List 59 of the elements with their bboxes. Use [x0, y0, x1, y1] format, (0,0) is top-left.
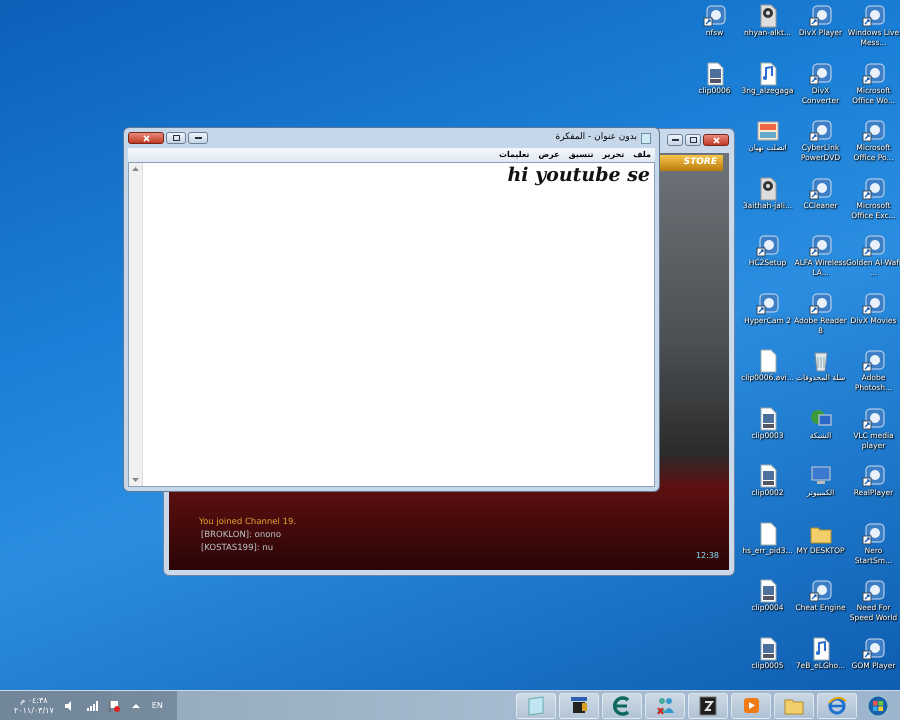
- shortcut-icon[interactable]: [808, 62, 832, 86]
- menu-item[interactable]: تحرير: [602, 150, 624, 160]
- shortcut-icon[interactable]: [702, 4, 726, 28]
- shortcut-icon[interactable]: [808, 292, 832, 316]
- store-label: STORE: [658, 155, 723, 170]
- browser-icon: [826, 694, 848, 716]
- scroll-up-icon[interactable]: [132, 167, 139, 171]
- chat-message: [BROKLON]: onono: [200, 530, 282, 541]
- shortcut-icon[interactable]: [862, 4, 886, 28]
- shortcut-icon[interactable]: [862, 234, 886, 258]
- minimize-button[interactable]: [667, 134, 683, 146]
- shortcut-icon[interactable]: [862, 522, 886, 546]
- signal-icon[interactable]: [86, 700, 98, 712]
- close-button[interactable]: [128, 132, 164, 144]
- scroll-down-icon[interactable]: [132, 478, 139, 482]
- menu-item[interactable]: تنسيق: [568, 150, 594, 160]
- flag-icon[interactable]: [108, 700, 120, 712]
- maximize-icon: [172, 135, 180, 141]
- clock-date[interactable]: ٢٠١١/٠٣/١٧: [14, 706, 54, 716]
- shortcut-icon[interactable]: [862, 349, 886, 373]
- shortcut-icon[interactable]: [808, 579, 832, 603]
- shortcut-icon[interactable]: [862, 119, 886, 143]
- shortcut-icon[interactable]: [862, 406, 886, 430]
- close-icon: [712, 136, 720, 144]
- menu-item[interactable]: تعليمات: [498, 150, 530, 160]
- language-indicator[interactable]: EN: [152, 700, 163, 712]
- shortcut-icon[interactable]: [862, 176, 886, 200]
- shortcut-icon[interactable]: [862, 636, 886, 660]
- shortcut-icon[interactable]: [808, 176, 832, 200]
- notepad-icon: [641, 132, 651, 144]
- image-file-icon[interactable]: [756, 119, 780, 143]
- game-clock: 12:38: [696, 550, 719, 562]
- start-orb-icon: [867, 694, 889, 716]
- minimize-icon: [672, 138, 678, 142]
- shortcut-icon[interactable]: [862, 292, 886, 316]
- minimize-icon: [194, 136, 202, 140]
- maximize-button[interactable]: [166, 132, 186, 144]
- shortcut-icon[interactable]: [808, 4, 832, 28]
- window-title: بدون عنوان - المفكرة: [555, 131, 637, 144]
- shortcut-icon[interactable]: [862, 62, 886, 86]
- taskbar-button[interactable]: [688, 692, 728, 718]
- shortcut-icon[interactable]: [756, 234, 780, 258]
- shortcut-icon[interactable]: [808, 119, 832, 143]
- game-icon: [697, 694, 719, 716]
- menu-item[interactable]: عرض: [538, 150, 560, 160]
- close-icon: [142, 134, 150, 142]
- clock-time[interactable]: ٠٤:٣٨ م: [20, 696, 48, 706]
- chat-message: You joined Channel 19.: [199, 517, 296, 528]
- shortcut-icon[interactable]: [756, 292, 780, 316]
- shortcut-icon[interactable]: [862, 464, 886, 488]
- maximize-button[interactable]: [685, 134, 701, 146]
- shortcut-icon[interactable]: [862, 579, 886, 603]
- maximize-icon: [690, 137, 696, 143]
- close-button[interactable]: [703, 134, 729, 146]
- taskbar-button[interactable]: [559, 692, 599, 718]
- menu-item[interactable]: ملف: [633, 150, 651, 160]
- minimize-button[interactable]: [188, 132, 208, 144]
- chat-message: [KOSTAS199]: nu: [200, 543, 274, 554]
- shortcut-icon[interactable]: [808, 234, 832, 258]
